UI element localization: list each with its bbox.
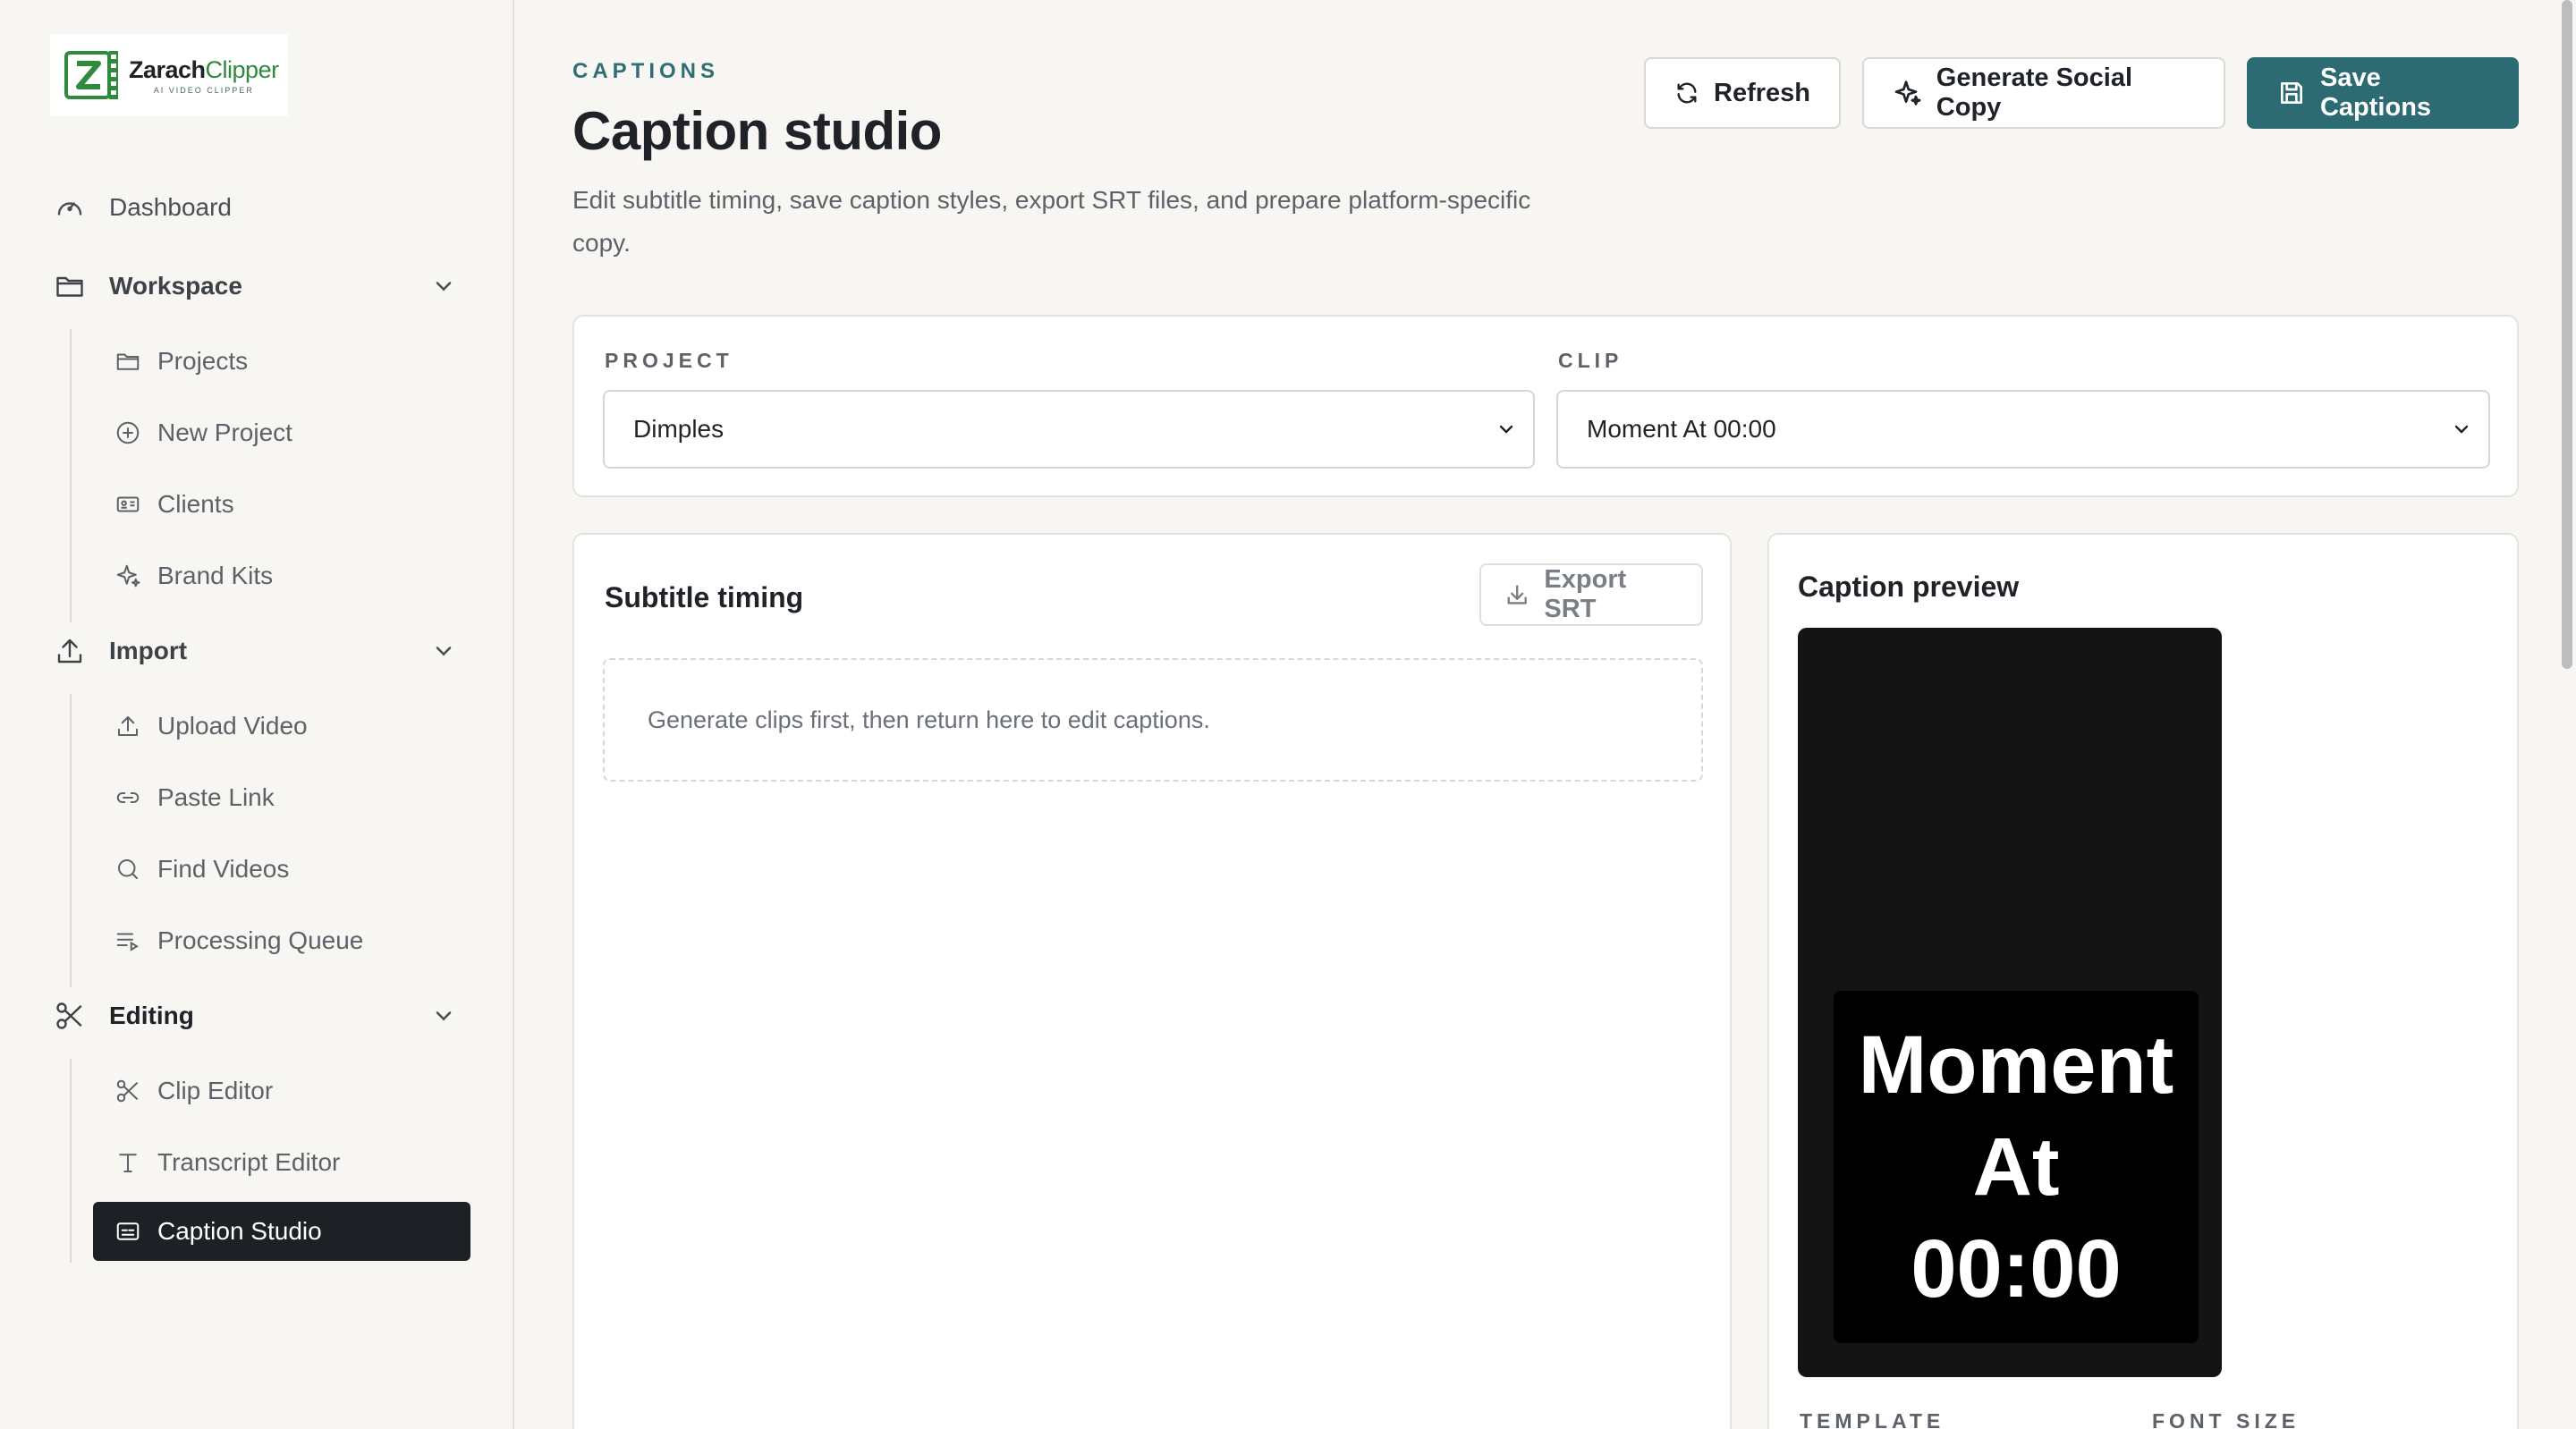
subtitle-timing-title: Subtitle timing (605, 581, 804, 613)
clip-label: CLIP (1558, 349, 1623, 372)
sidebar-item-label: Projects (157, 347, 249, 375)
nav-dashboard[interactable]: Dashboard (54, 186, 232, 229)
nav-group-workspace-label: Workspace (109, 272, 242, 300)
upload-icon (57, 638, 82, 664)
sidebar-item-processing-queue[interactable]: Processing Queue (93, 912, 470, 969)
empty-state-message: Generate clips first, then return here t… (648, 706, 1210, 733)
chevron-down-icon (436, 282, 452, 292)
save-icon (2280, 82, 2302, 104)
refresh-button-label: Refresh (1714, 78, 1810, 107)
export-srt-button[interactable]: Export SRT (1479, 563, 1703, 626)
preview-video-frame: Moment At 00:00 (1798, 628, 2222, 1377)
project-select-value: Dimples (633, 415, 724, 443)
search-icon (118, 859, 138, 879)
sidebar-item-label: Clip Editor (157, 1077, 274, 1104)
chevron-down-icon (436, 1011, 452, 1021)
clip-select-value: Moment At 00:00 (1587, 415, 1776, 443)
type-icon (119, 1154, 137, 1172)
nav-group-editing[interactable]: Editing (54, 994, 456, 1037)
sidebar-item-brand-kits[interactable]: Brand Kits (93, 547, 470, 605)
sidebar-item-label: Transcript Editor (157, 1148, 341, 1176)
sidebar-item-find-videos[interactable]: Find Videos (93, 841, 470, 898)
sidebar-item-paste-link[interactable]: Paste Link (93, 769, 470, 826)
refresh-button[interactable]: Refresh (1644, 57, 1841, 129)
sidebar: ZarachClipper AI VIDEO CLIPPER Dashboard… (0, 0, 514, 1429)
list-play-icon (116, 933, 139, 951)
sidebar-item-new-project[interactable]: New Project (93, 404, 470, 461)
sidebar-item-label: Upload Video (157, 712, 308, 740)
caption-line: Moment (1858, 1019, 2174, 1111)
logo[interactable]: ZarachClipper AI VIDEO CLIPPER (50, 34, 288, 116)
folder-icon (116, 353, 140, 370)
sidebar-item-clients[interactable]: Clients (93, 476, 470, 533)
link-icon (116, 792, 140, 803)
id-card-icon (116, 496, 140, 512)
sidebar-item-clip-editor[interactable]: Clip Editor (93, 1062, 470, 1120)
caption-preview-panel: Caption preview Moment At 00:00 TEMPLATE… (1767, 533, 2519, 1429)
caption-line: 00:00 (1911, 1223, 2122, 1315)
nav-group-import[interactable]: Import (54, 630, 456, 672)
logo-tagline: AI VIDEO CLIPPER (153, 85, 254, 95)
sidebar-item-caption-studio[interactable]: Caption Studio (93, 1202, 470, 1261)
save-captions-label: Save Captions (2319, 63, 2432, 122)
sidebar-item-upload-video[interactable]: Upload Video (93, 698, 470, 755)
page-description: Edit subtitle timing, save caption style… (572, 186, 1531, 257)
sidebar-item-transcript-editor[interactable]: Transcript Editor (93, 1134, 470, 1191)
scissors-icon (56, 1002, 82, 1029)
chevron-down-icon (2454, 425, 2469, 434)
folder-icon (56, 276, 83, 297)
generate-social-copy-button[interactable]: Generate Social Copy (1862, 57, 2225, 129)
project-select[interactable]: Dimples (603, 390, 1535, 469)
plus-circle-icon (116, 421, 140, 444)
captions-icon (116, 1222, 140, 1240)
chevron-down-icon (436, 647, 452, 656)
empty-state: Generate clips first, then return here t… (603, 658, 1703, 782)
gauge-icon (57, 202, 82, 216)
generate-social-copy-label: Generate Social Copy (1936, 63, 2133, 122)
sidebar-item-label: Find Videos (157, 855, 290, 883)
logo-name: ZarachClipper (129, 55, 279, 83)
download-icon (1507, 585, 1527, 605)
selector-card: PROJECT Dimples CLIP Moment At 00:00 (572, 315, 2519, 497)
caption-preview-title: Caption preview (1798, 571, 2020, 603)
scissors-icon (116, 1079, 138, 1103)
font-size-label: FONT SIZE (2152, 1409, 2301, 1429)
sidebar-item-label: New Project (157, 419, 292, 446)
sidebar-item-label: Processing Queue (157, 926, 364, 954)
nav-dashboard-label: Dashboard (109, 193, 232, 221)
upload-icon (118, 716, 138, 736)
sidebar-item-label: Paste Link (157, 783, 275, 811)
sidebar-item-label: Brand Kits (157, 562, 274, 589)
caption-line: At (1972, 1121, 2060, 1213)
sidebar-item-label: Caption Studio (157, 1217, 322, 1245)
page-scrollbar[interactable] (2562, 0, 2572, 669)
sidebar-item-projects[interactable]: Projects (93, 333, 470, 390)
page-title: Caption studio (572, 101, 942, 161)
sparkles-icon (1894, 80, 1921, 106)
logo-icon (64, 51, 118, 99)
refresh-icon (1677, 82, 1697, 104)
chevron-down-icon (1499, 425, 1513, 434)
preview-caption-text: Moment At 00:00 (1834, 991, 2199, 1343)
sidebar-item-label: Clients (157, 490, 234, 518)
save-captions-button[interactable]: Save Captions (2247, 57, 2519, 129)
project-label: PROJECT (605, 349, 733, 372)
subtitle-timing-panel: Subtitle timing Export SRT Generate clip… (572, 533, 1732, 1429)
nav-group-editing-label: Editing (109, 1002, 194, 1029)
nav-group-workspace[interactable]: Workspace (54, 265, 456, 308)
sparkles-icon (116, 564, 140, 588)
clip-select[interactable]: Moment At 00:00 (1556, 390, 2490, 469)
page-eyebrow: CAPTIONS (572, 59, 720, 83)
export-srt-label: Export SRT (1544, 565, 1627, 623)
nav-group-import-label: Import (109, 637, 188, 664)
template-label: TEMPLATE (1800, 1409, 1945, 1429)
